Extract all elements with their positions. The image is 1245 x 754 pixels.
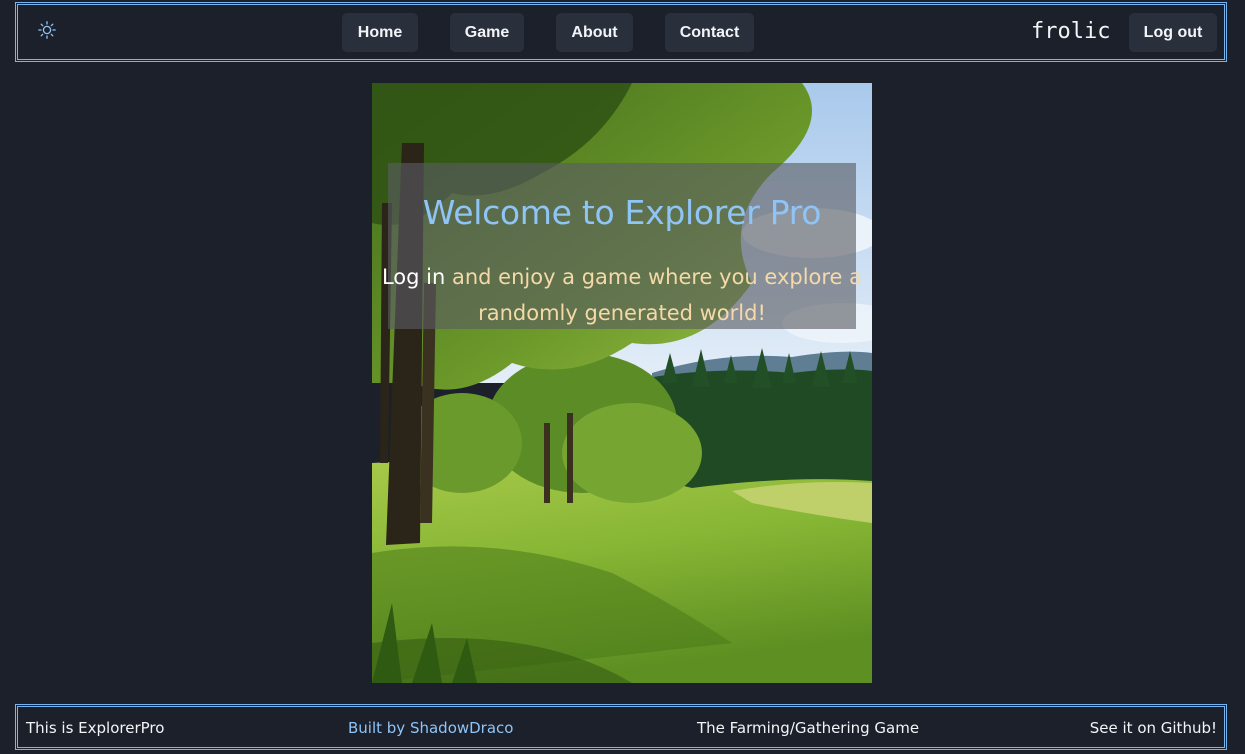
welcome-tagline: and enjoy a game where you explore a ran… <box>445 265 863 325</box>
footer-author-link[interactable]: Built by ShadowDraco <box>348 719 513 737</box>
nav-contact-button[interactable]: Contact <box>665 13 754 52</box>
nav-game-button[interactable]: Game <box>450 13 524 52</box>
welcome-message: Log in and enjoy a game where you explor… <box>380 259 864 331</box>
sun-icon <box>38 21 56 43</box>
footer: This is ExplorerPro Built by ShadowDraco… <box>15 704 1227 750</box>
hero-section: Welcome to Explorer Pro Log in and enjoy… <box>372 83 872 683</box>
brand-logo-text: frolic <box>1031 19 1111 44</box>
theme-toggle-button[interactable] <box>34 19 60 45</box>
footer-app-name: This is ExplorerPro <box>26 719 165 737</box>
footer-game-description: The Farming/Gathering Game <box>697 719 920 737</box>
nav-about-button[interactable]: About <box>556 13 633 52</box>
logout-button[interactable]: Log out <box>1129 13 1217 52</box>
login-link[interactable]: Log in <box>382 265 445 289</box>
welcome-title: Welcome to Explorer Pro <box>422 193 822 232</box>
nav-home-button[interactable]: Home <box>342 13 418 52</box>
top-navbar: Home Game About Contact frolic Log out <box>15 2 1227 62</box>
footer-github-link[interactable]: See it on Github! <box>1090 719 1217 737</box>
